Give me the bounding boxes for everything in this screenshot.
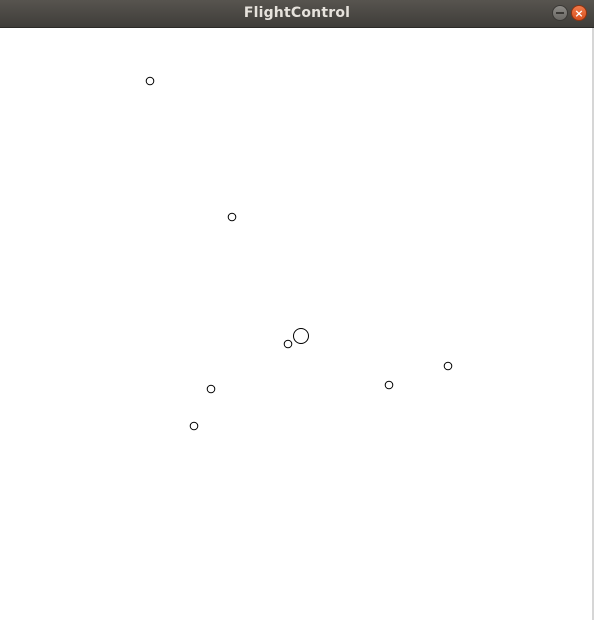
- title-bar[interactable]: FlightControl ×: [0, 0, 594, 28]
- selected-aircraft-marker[interactable]: [293, 328, 309, 344]
- aircraft-marker[interactable]: [189, 421, 199, 431]
- aircraft-marker[interactable]: [227, 212, 237, 222]
- app-window: FlightControl ×: [0, 0, 594, 620]
- minimize-button[interactable]: [552, 5, 568, 21]
- close-button[interactable]: ×: [571, 5, 587, 21]
- minimize-icon: [556, 12, 564, 14]
- aircraft-marker[interactable]: [443, 361, 453, 371]
- window-title: FlightControl: [243, 5, 351, 21]
- aircraft-marker[interactable]: [384, 380, 394, 390]
- aircraft-marker[interactable]: [283, 339, 293, 349]
- flight-canvas[interactable]: [0, 28, 594, 620]
- close-icon: ×: [574, 6, 584, 20]
- aircraft-marker[interactable]: [206, 384, 216, 394]
- flight-field[interactable]: [0, 28, 594, 620]
- aircraft-marker[interactable]: [145, 76, 155, 86]
